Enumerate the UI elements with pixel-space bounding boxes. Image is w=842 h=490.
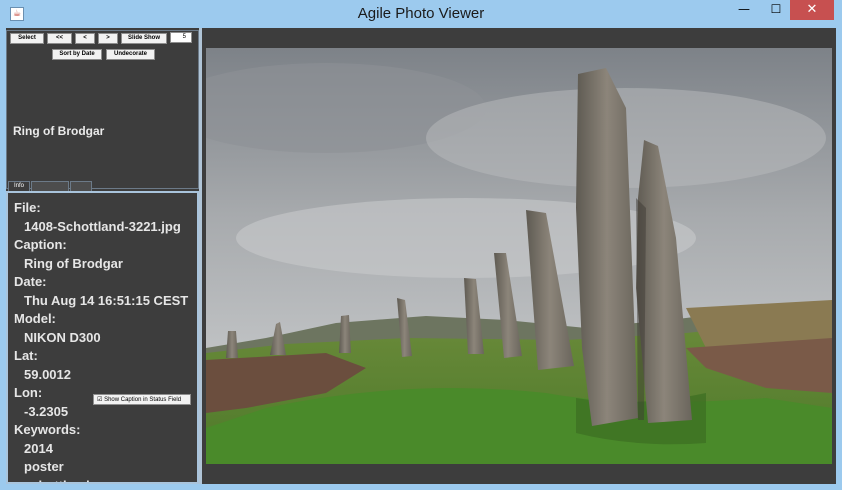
date-label: Date: bbox=[14, 274, 47, 289]
photo-image bbox=[206, 48, 832, 464]
title-bar: ☕ Agile Photo Viewer — ☐ ✕ bbox=[0, 0, 842, 28]
photo-display[interactable] bbox=[206, 48, 832, 464]
sort-by-date-button[interactable]: Sort by Date bbox=[52, 49, 102, 60]
lon-label: Lon: bbox=[14, 385, 43, 400]
next-button[interactable]: > bbox=[98, 33, 118, 44]
tab-3[interactable] bbox=[70, 181, 92, 191]
lon-value: -3.2305 bbox=[24, 404, 69, 419]
tab-info[interactable]: Info bbox=[8, 181, 30, 191]
info-panel[interactable]: File: 1408-Schottland-3221.jpg Caption: … bbox=[6, 191, 199, 484]
maximize-button[interactable]: ☐ bbox=[760, 0, 792, 20]
tab-2[interactable] bbox=[31, 181, 69, 191]
window-title: Agile Photo Viewer bbox=[357, 5, 485, 22]
date-value: Thu Aug 14 16:51:15 CEST bbox=[24, 293, 189, 308]
caption-value: Ring of Brodgar bbox=[24, 256, 123, 271]
close-button[interactable]: ✕ bbox=[790, 0, 834, 20]
model-value: NIKON D300 bbox=[24, 330, 101, 345]
slideshow-interval-spinner[interactable]: 5 bbox=[170, 32, 192, 43]
show-caption-checkbox[interactable]: ☑ Show Caption in Status Field bbox=[93, 394, 191, 405]
keyword-item: 2014 bbox=[24, 441, 53, 456]
model-label: Model: bbox=[14, 311, 56, 326]
keyword-item: schottland bbox=[24, 478, 90, 482]
first-button[interactable]: << bbox=[47, 33, 72, 44]
lat-value: 59.0012 bbox=[24, 367, 71, 382]
slideshow-button[interactable]: Slide Show bbox=[121, 33, 167, 44]
lat-label: Lat: bbox=[14, 348, 38, 363]
select-button[interactable]: Select bbox=[10, 33, 44, 44]
file-value: 1408-Schottland-3221.jpg bbox=[24, 219, 181, 234]
undecorate-button[interactable]: Undecorate bbox=[106, 49, 155, 60]
caption-label: Caption: bbox=[14, 237, 67, 252]
show-caption-label: Show Caption in Status Field bbox=[104, 397, 182, 403]
minimize-button[interactable]: — bbox=[728, 0, 760, 20]
caption-heading: Ring of Brodgar bbox=[13, 124, 105, 138]
keywords-label: Keywords: bbox=[14, 422, 81, 437]
control-panel bbox=[6, 30, 199, 189]
previous-button[interactable]: < bbox=[75, 33, 95, 44]
file-label: File: bbox=[14, 200, 41, 215]
checkbox-check-icon[interactable]: ☑ bbox=[97, 396, 102, 403]
keyword-item: poster bbox=[24, 459, 64, 474]
